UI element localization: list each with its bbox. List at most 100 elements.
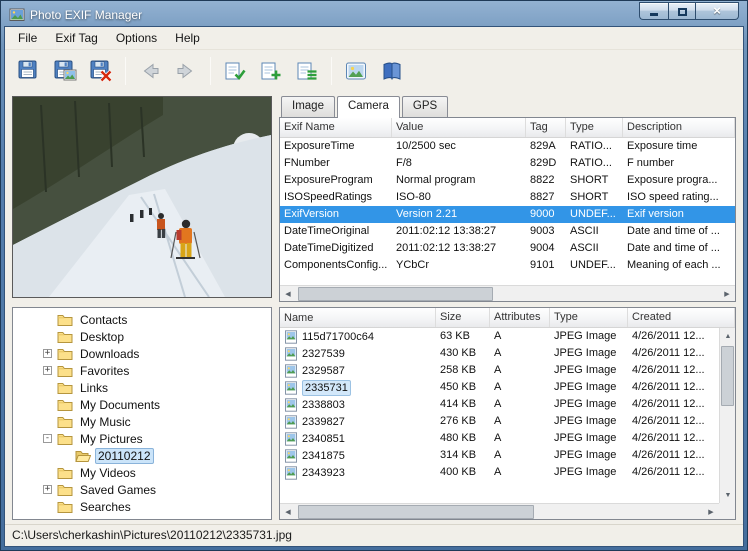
scroll-track — [296, 504, 703, 520]
file-row[interactable]: 2335731450 KBAJPEG Image4/26/2011 12... — [280, 379, 719, 396]
file-attributes-cell: A — [490, 345, 550, 362]
tree-item[interactable]: My Documents — [13, 396, 271, 413]
folder-icon — [57, 466, 73, 480]
scroll-down-arrow-icon[interactable]: ▼ — [720, 487, 736, 503]
tree-expander-icon[interactable]: + — [43, 366, 52, 375]
tree-item[interactable]: Desktop — [13, 328, 271, 345]
exif-row[interactable]: DateTimeDigitized2011:02:12 13:38:279004… — [280, 240, 735, 257]
tree-expander-icon[interactable]: - — [43, 434, 52, 443]
app-icon[interactable] — [9, 7, 25, 23]
tree-item[interactable]: + Downloads — [13, 345, 271, 362]
save-button[interactable] — [12, 54, 46, 88]
exif-col-name[interactable]: Exif Name — [280, 118, 392, 137]
tree-item[interactable]: +Favorites — [13, 362, 271, 379]
undo-arrow-icon — [138, 59, 162, 83]
file-row[interactable]: 2343923400 KBAJPEG Image4/26/2011 12... — [280, 464, 719, 481]
scroll-thumb[interactable] — [298, 505, 534, 519]
scroll-thumb[interactable] — [298, 287, 493, 301]
menu-options[interactable]: Options — [107, 28, 166, 48]
exif-row[interactable]: ISOSpeedRatingsISO-808827SHORTISO speed … — [280, 189, 735, 206]
file-row[interactable]: 115d71700c6463 KBAJPEG Image4/26/2011 12… — [280, 328, 719, 345]
tree-item[interactable]: My Music — [13, 413, 271, 430]
exif-row[interactable]: ExifVersionVersion 2.219000UNDEF...Exif … — [280, 206, 735, 223]
menu-help[interactable]: Help — [166, 28, 209, 48]
maximize-button[interactable] — [668, 2, 696, 20]
file-name-cell: 2339827 — [280, 413, 436, 430]
floppy-image-icon — [53, 59, 77, 83]
redo-button[interactable] — [169, 54, 203, 88]
close-button[interactable]: × — [696, 2, 739, 20]
exif-row[interactable]: ComponentsConfig...YCbCr9101UNDEF...Mean… — [280, 257, 735, 274]
tab-camera[interactable]: Camera — [337, 96, 400, 118]
tag-list-button[interactable] — [290, 54, 324, 88]
exif-type-cell: SHORT — [566, 172, 623, 189]
file-type-cell: JPEG Image — [550, 464, 628, 481]
file-row[interactable]: 2329587258 KBAJPEG Image4/26/2011 12... — [280, 362, 719, 379]
tab-image[interactable]: Image — [281, 96, 335, 117]
minimize-button[interactable] — [639, 2, 668, 20]
file-col-created[interactable]: Created — [628, 308, 735, 327]
add-tag-button[interactable] — [254, 54, 288, 88]
exif-row[interactable]: ExposureProgramNormal program8822SHORTEx… — [280, 172, 735, 189]
exif-col-tag[interactable]: Tag — [526, 118, 566, 137]
tree-item[interactable]: +Saved Games — [13, 481, 271, 498]
file-col-attributes[interactable]: Attributes — [490, 308, 550, 327]
scroll-right-arrow-icon[interactable]: ▶ — [703, 504, 719, 520]
file-row[interactable]: 2339827276 KBAJPEG Image4/26/2011 12... — [280, 413, 719, 430]
exif-value-cell: ISO-80 — [392, 189, 526, 206]
menu-exif-tag[interactable]: Exif Tag — [46, 28, 106, 48]
menu-file[interactable]: File — [9, 28, 46, 48]
tree-item[interactable]: 20110212 — [13, 447, 271, 464]
jpeg-file-icon — [284, 432, 298, 446]
file-attributes-cell: A — [490, 362, 550, 379]
file-type-cell: JPEG Image — [550, 396, 628, 413]
tree-item[interactable]: My Videos — [13, 464, 271, 481]
exif-desc-cell: Date and time of ... — [623, 223, 735, 240]
scroll-thumb[interactable] — [721, 346, 734, 406]
tree-expander-icon[interactable]: + — [43, 349, 52, 358]
help-button[interactable] — [375, 54, 409, 88]
undo-button[interactable] — [133, 54, 167, 88]
scroll-track — [296, 286, 719, 302]
folder-icon — [57, 432, 73, 446]
exif-row[interactable]: DateTimeOriginal2011:02:12 13:38:279003A… — [280, 223, 735, 240]
scroll-up-arrow-icon[interactable]: ▲ — [720, 328, 736, 344]
file-row[interactable]: 2327539430 KBAJPEG Image4/26/2011 12... — [280, 345, 719, 362]
scroll-right-arrow-icon[interactable]: ▶ — [719, 286, 735, 302]
image-viewer-button[interactable] — [339, 54, 373, 88]
tree-item[interactable]: Searches — [13, 498, 271, 515]
folder-icon — [57, 313, 73, 327]
exif-col-description[interactable]: Description — [623, 118, 735, 137]
file-list-h-scrollbar[interactable]: ◀ ▶ — [280, 503, 719, 519]
scroll-left-arrow-icon[interactable]: ◀ — [280, 504, 296, 520]
file-col-type[interactable]: Type — [550, 308, 628, 327]
file-col-size[interactable]: Size — [436, 308, 490, 327]
exif-tag-cell: 9003 — [526, 223, 566, 240]
delete-exif-button[interactable] — [84, 54, 118, 88]
save-image-button[interactable] — [48, 54, 82, 88]
tree-item-label: My Music — [77, 415, 134, 429]
tree-item[interactable]: Contacts — [13, 311, 271, 328]
exif-tag-cell: 8827 — [526, 189, 566, 206]
exif-h-scrollbar[interactable]: ◀ ▶ — [280, 285, 735, 301]
file-list-v-scrollbar[interactable]: ▲ ▼ — [719, 328, 735, 503]
file-row[interactable]: 2341875314 KBAJPEG Image4/26/2011 12... — [280, 447, 719, 464]
tree-item[interactable]: Links — [13, 379, 271, 396]
file-col-name[interactable]: Name — [280, 308, 436, 327]
file-row[interactable]: 2338803414 KBAJPEG Image4/26/2011 12... — [280, 396, 719, 413]
floppy-delete-icon — [89, 59, 113, 83]
tree-item-label: Downloads — [77, 347, 142, 361]
scroll-left-arrow-icon[interactable]: ◀ — [280, 286, 296, 302]
edit-tag-button[interactable] — [218, 54, 252, 88]
jpeg-file-icon — [284, 398, 298, 412]
file-row[interactable]: 2340851480 KBAJPEG Image4/26/2011 12... — [280, 430, 719, 447]
exif-row[interactable]: FNumberF/8829DRATIO...F number — [280, 155, 735, 172]
tab-gps[interactable]: GPS — [402, 96, 448, 117]
tree-expander-icon[interactable]: + — [43, 485, 52, 494]
picture-viewer-icon — [344, 59, 368, 83]
tree-item[interactable]: -My Pictures — [13, 430, 271, 447]
exif-col-type[interactable]: Type — [566, 118, 623, 137]
exif-row[interactable]: ExposureTime10/2500 sec829ARATIO...Expos… — [280, 138, 735, 155]
file-name: 2340851 — [302, 432, 345, 446]
exif-col-value[interactable]: Value — [392, 118, 526, 137]
